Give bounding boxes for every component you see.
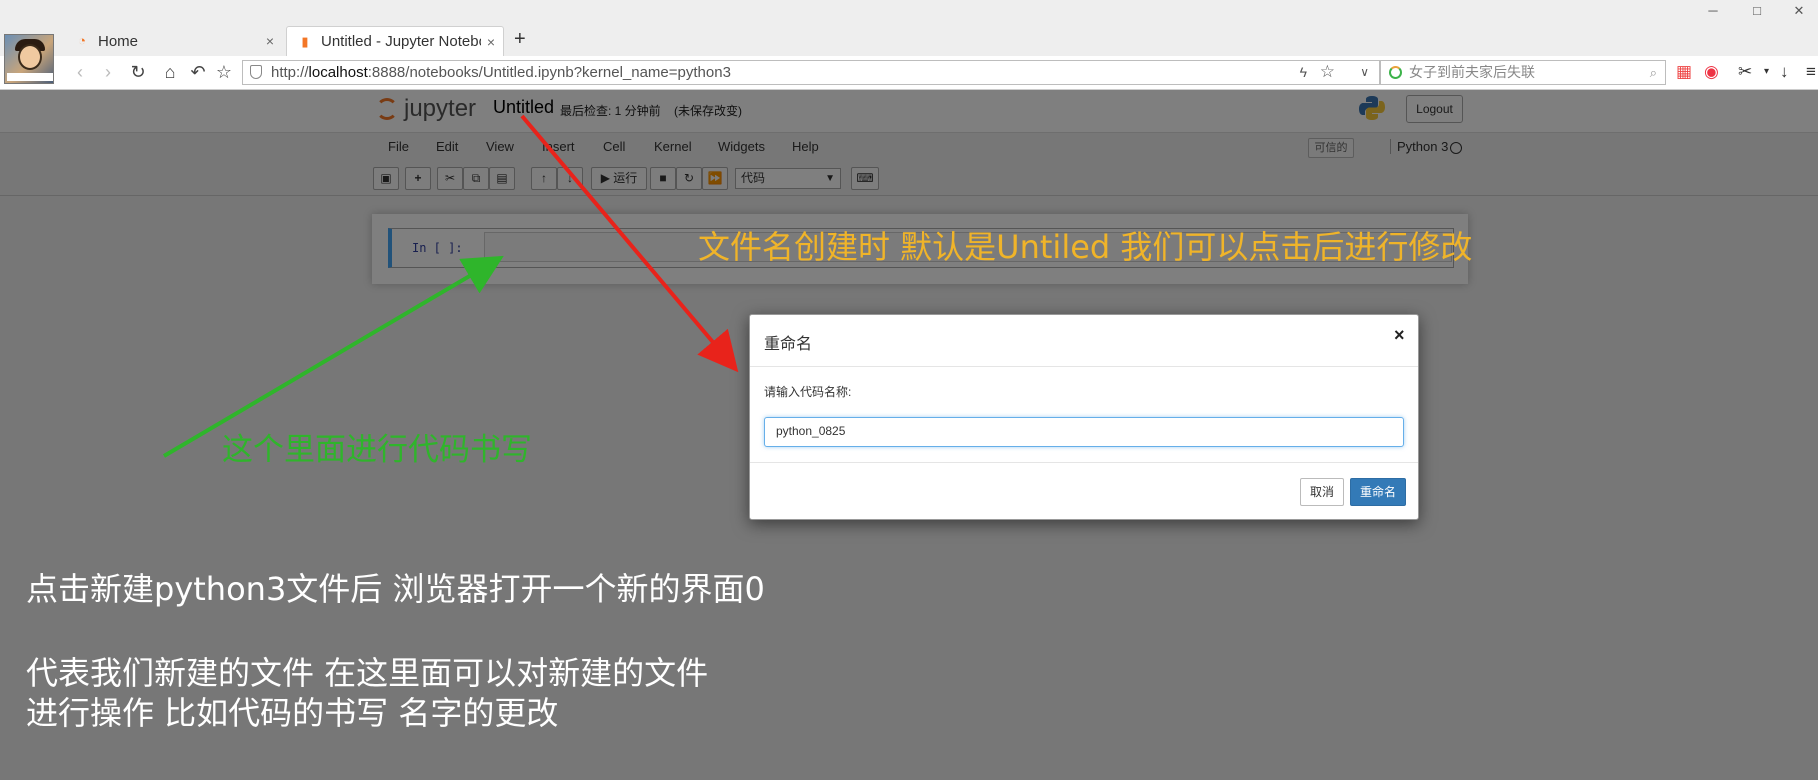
- tab-untitled-notebook[interactable]: ▮ Untitled - Jupyter Notebook ×: [286, 26, 504, 56]
- favorite-star-icon[interactable]: ☆: [212, 60, 236, 84]
- apps-grid-icon[interactable]: ▦: [1676, 62, 1692, 82]
- scissors-icon[interactable]: ✂: [1738, 62, 1752, 82]
- back-icon[interactable]: ‹: [68, 60, 92, 84]
- tab-home[interactable]: ◔ Home ×: [64, 26, 282, 56]
- jupyter-favicon-icon: ◔: [78, 33, 86, 48]
- browser-titlebar: ─ □ ✕ ◔ Home × ▮ Untitled - Jupyter Note…: [0, 0, 1818, 56]
- undo-icon[interactable]: ↶: [186, 60, 210, 84]
- tab-home-label: Home: [98, 32, 139, 50]
- new-file-annotation-line3: 进行操作 比如代码的书写 名字的更改: [26, 694, 559, 732]
- window-minimize-button[interactable]: ─: [1698, 2, 1728, 20]
- game-icon[interactable]: ◉: [1704, 62, 1719, 82]
- rename-dialog: 重命名 × 请输入代码名称: python_0825 取消 重命名: [749, 314, 1419, 520]
- security-shield-icon: [250, 65, 262, 79]
- tab-home-close-icon[interactable]: ×: [266, 33, 274, 49]
- lightning-icon[interactable]: ϟ: [1300, 61, 1307, 84]
- filename-annotation: 文件名创建时 默认是Untiled 我们可以点击后进行修改: [698, 228, 1473, 266]
- avatar-face: [18, 44, 42, 70]
- search-input[interactable]: 女子到前夫家后失联 ⌕: [1380, 60, 1666, 85]
- bookmark-star-icon[interactable]: ☆: [1320, 60, 1335, 83]
- dialog-footer-divider: [750, 462, 1418, 463]
- window-close-button[interactable]: ✕: [1784, 2, 1814, 20]
- scissors-dropdown-icon[interactable]: ▾: [1764, 62, 1769, 82]
- new-file-annotation-line1: 点击新建python3文件后 浏览器打开一个新的界面0: [26, 570, 765, 608]
- url-host: localhost: [308, 64, 368, 81]
- url-prefix: http://: [271, 64, 309, 81]
- menu-icon[interactable]: ≡: [1806, 62, 1816, 82]
- code-cell-annotation: 这个里面进行代码书写: [222, 432, 532, 468]
- cancel-button[interactable]: 取消: [1300, 478, 1344, 506]
- address-bar[interactable]: http://localhost:8888/notebooks/Untitled…: [242, 60, 1380, 85]
- search-engine-icon: [1389, 66, 1402, 79]
- window-maximize-button[interactable]: □: [1742, 2, 1772, 20]
- tab-untitled-close-icon[interactable]: ×: [487, 34, 495, 50]
- browser-toolbar: ‹ › ↻ ⌂ ↶ ☆ http://localhost:8888/notebo…: [0, 56, 1818, 90]
- forward-icon[interactable]: ›: [96, 60, 120, 84]
- reload-icon[interactable]: ↻: [126, 60, 150, 84]
- search-placeholder: 女子到前夫家后失联: [1409, 64, 1535, 80]
- address-dropdown-icon[interactable]: ∨: [1360, 61, 1369, 84]
- new-tab-button[interactable]: +: [514, 28, 526, 51]
- tab-untitled-label: Untitled - Jupyter Notebook: [321, 33, 481, 50]
- home-icon[interactable]: ⌂: [158, 60, 182, 84]
- avatar-caption: [7, 73, 53, 81]
- close-icon[interactable]: ×: [1394, 325, 1405, 346]
- download-icon[interactable]: ↓: [1780, 62, 1789, 82]
- dialog-title: 重命名: [764, 336, 813, 353]
- notebook-name-input[interactable]: python_0825: [764, 417, 1404, 447]
- dialog-prompt: 请输入代码名称:: [764, 385, 852, 399]
- url-path: :8888/notebooks/Untitled.ipynb?kernel_na…: [367, 64, 731, 81]
- search-icon[interactable]: ⌕: [1650, 61, 1657, 84]
- user-avatar[interactable]: [4, 34, 54, 84]
- notebook-favicon-icon: ▮: [301, 33, 309, 49]
- dialog-divider: [750, 366, 1418, 367]
- rename-button[interactable]: 重命名: [1350, 478, 1406, 506]
